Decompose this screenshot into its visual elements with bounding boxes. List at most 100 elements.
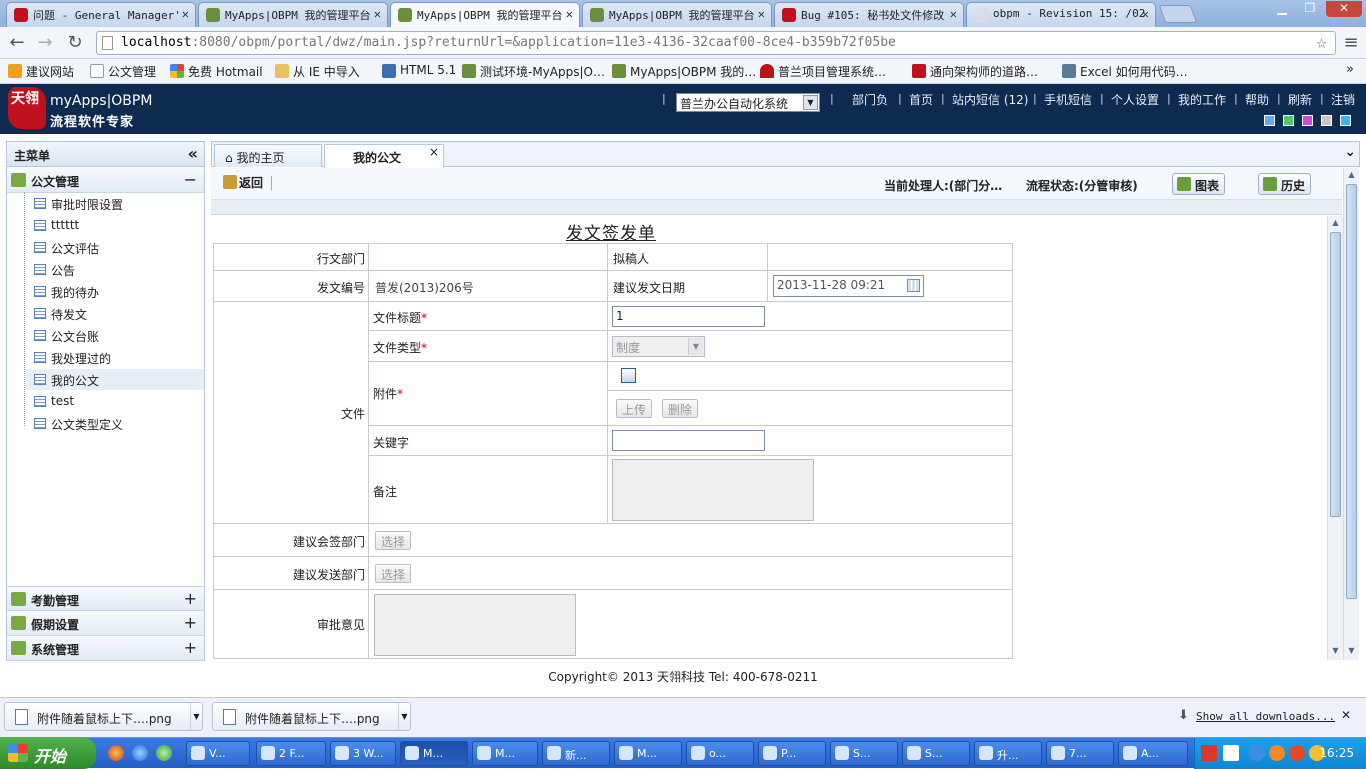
link-sms[interactable]: 手机短信	[1044, 91, 1092, 108]
link-messages[interactable]: 站内短信 (12)	[952, 91, 1028, 108]
help-icon[interactable]	[1223, 745, 1239, 761]
section-holiday-settings[interactable]: 假期设置 +	[7, 611, 204, 636]
close-icon[interactable]: ✕	[182, 7, 189, 21]
link-logout[interactable]: 注销	[1331, 91, 1355, 108]
chevron-down-icon[interactable]: ▼	[190, 703, 202, 730]
close-icon[interactable]: ✕	[758, 7, 765, 21]
close-downloads-icon[interactable]: ✕	[1341, 708, 1351, 722]
forward-arrow-icon[interactable]: →	[34, 32, 56, 54]
taskbar-item[interactable]: M...	[614, 741, 682, 766]
browser-tab[interactable]: MyApps|OBPM 我的管理平台 ✕	[582, 2, 772, 27]
menu-item-my-todo[interactable]: 我的待办	[34, 281, 202, 302]
start-button[interactable]: 开始	[0, 738, 96, 769]
outer-scrollbar[interactable]: ▲ ▼	[1343, 168, 1359, 660]
keyword-input[interactable]	[612, 430, 765, 451]
link-my-work[interactable]: 我的工作	[1178, 91, 1226, 108]
section-document-management[interactable]: 公文管理 −	[7, 168, 204, 193]
taskbar-item[interactable]: 7...	[1046, 741, 1114, 766]
remark-textarea[interactable]	[612, 459, 814, 521]
tray-expand-icon[interactable]	[1249, 745, 1265, 761]
taskbar-item[interactable]: A...	[1118, 741, 1188, 766]
theme-swatch-purple[interactable]	[1302, 115, 1313, 126]
bookmark-item[interactable]: 通向架构师的道路…	[912, 63, 1038, 80]
taskbar-item[interactable]: S...	[902, 741, 970, 766]
menu-item-document-type-definition[interactable]: 公文类型定义	[34, 413, 202, 434]
bookmark-item[interactable]: 免费 Hotmail	[170, 63, 263, 80]
link-personal-settings[interactable]: 个人设置	[1111, 91, 1159, 108]
tab-my-documents[interactable]: 我的公文 ×	[324, 144, 444, 168]
browser-tab[interactable]: MyApps|OBPM 我的管理平台 ✕	[198, 2, 388, 27]
back-button[interactable]: 返回	[223, 174, 263, 191]
expand-section-icon[interactable]: +	[184, 589, 197, 608]
close-icon[interactable]: ✕	[950, 7, 957, 21]
link-help[interactable]: 帮助	[1245, 91, 1269, 108]
form-scrollbar[interactable]: ▲ ▼	[1327, 216, 1343, 660]
menu-item-approval-time[interactable]: 审批时限设置	[34, 193, 202, 214]
scroll-up-icon[interactable]: ▲	[1346, 170, 1357, 182]
history-button[interactable]: 历史	[1258, 173, 1311, 195]
taskbar-item[interactable]: S...	[830, 741, 898, 766]
expand-section-icon[interactable]: +	[184, 638, 197, 657]
bookmark-star-icon[interactable]: ☆	[1316, 32, 1327, 53]
taskbar-item[interactable]: P...	[758, 741, 826, 766]
tab-my-homepage[interactable]: ⌂ 我的主页	[214, 144, 322, 167]
opinion-textarea[interactable]	[374, 594, 576, 656]
date-input[interactable]: 2013-11-28 09:21	[773, 275, 924, 297]
close-tab-icon[interactable]: ×	[429, 145, 439, 159]
browser-tab[interactable]: Bug #105: 秘书处文件修改 ✕	[774, 2, 964, 27]
scroll-thumb[interactable]	[1346, 184, 1357, 599]
file-type-select[interactable]: 制度 ▼	[612, 336, 705, 357]
browser-tab[interactable]: obpm - Revision 15: /02 ✕	[966, 2, 1156, 27]
bookmarks-overflow-icon[interactable]: »	[1346, 62, 1354, 77]
bookmark-item[interactable]: MyApps|OBPM 我的…	[612, 63, 756, 80]
scroll-thumb[interactable]	[1330, 232, 1341, 517]
calendar-icon[interactable]	[907, 279, 920, 292]
close-icon[interactable]: ✕	[374, 7, 381, 21]
minimize-icon[interactable]: ▁	[1268, 1, 1296, 17]
bookmark-item[interactable]: HTML 5.1	[382, 63, 456, 78]
link-refresh[interactable]: 刷新	[1288, 91, 1312, 108]
scroll-down-icon[interactable]: ▼	[1346, 646, 1357, 658]
close-icon[interactable]: ✕	[566, 7, 573, 21]
theme-swatch-blue[interactable]	[1264, 115, 1275, 126]
menu-item-tttttt[interactable]: tttttt	[34, 215, 202, 236]
theme-swatch-gray[interactable]	[1321, 115, 1332, 126]
chart-button[interactable]: 图表	[1172, 173, 1225, 195]
menu-item-pending-dispatch[interactable]: 待发文	[34, 303, 202, 324]
scroll-down-icon[interactable]: ▼	[1330, 646, 1341, 658]
theme-swatch-sky[interactable]	[1340, 115, 1351, 126]
browser-menu-icon[interactable]: ≡	[1340, 32, 1362, 54]
window-close-icon[interactable]: ✕	[1326, 1, 1362, 17]
maximize-icon[interactable]: ❐	[1296, 1, 1324, 17]
word-document-icon[interactable]	[621, 368, 636, 383]
taskbar-item[interactable]: 3 W...	[330, 741, 396, 766]
scroll-up-icon[interactable]: ▲	[1330, 218, 1341, 230]
taskbar-item[interactable]: M...	[472, 741, 538, 766]
tab-list-icon[interactable]: ⌄	[1344, 144, 1356, 160]
taskbar-item[interactable]: 新...	[542, 741, 610, 766]
collapse-menu-icon[interactable]: «	[188, 144, 198, 163]
bookmark-item[interactable]: 公文管理	[90, 63, 156, 80]
taskbar-item-active[interactable]: M...	[400, 741, 468, 766]
menu-item-announcement[interactable]: 公告	[34, 259, 202, 280]
taskbar-item[interactable]: o...	[686, 741, 754, 766]
input-method-icon[interactable]	[1201, 745, 1217, 761]
section-attendance[interactable]: 考勤管理 +	[7, 586, 204, 611]
theme-swatch-green[interactable]	[1283, 115, 1294, 126]
new-tab-button[interactable]	[1158, 5, 1198, 23]
back-arrow-icon[interactable]: ←	[6, 32, 28, 54]
ie-icon[interactable]	[132, 745, 148, 761]
link-department[interactable]: 部门负	[852, 91, 888, 108]
taskbar-item[interactable]: 升...	[974, 741, 1042, 766]
menu-item-processed[interactable]: 我处理过的	[34, 347, 202, 368]
taskbar-item[interactable]: 2 F...	[256, 741, 326, 766]
tray-app-icon[interactable]	[1269, 745, 1285, 761]
collapse-section-icon[interactable]: −	[184, 170, 197, 189]
file-title-input[interactable]: 1	[612, 306, 765, 327]
menu-item-my-documents[interactable]: 我的公文	[25, 369, 204, 390]
address-bar[interactable]: localhost:8080/obpm/portal/dwz/main.jsp?…	[96, 31, 1336, 55]
menu-item-test[interactable]: test	[34, 391, 202, 412]
bookmark-item[interactable]: 普兰项目管理系统…	[760, 63, 886, 80]
download-item[interactable]: 附件随着鼠标上下….png ▼	[212, 702, 411, 731]
bookmark-item[interactable]: Excel 如何用代码…	[1062, 63, 1188, 80]
